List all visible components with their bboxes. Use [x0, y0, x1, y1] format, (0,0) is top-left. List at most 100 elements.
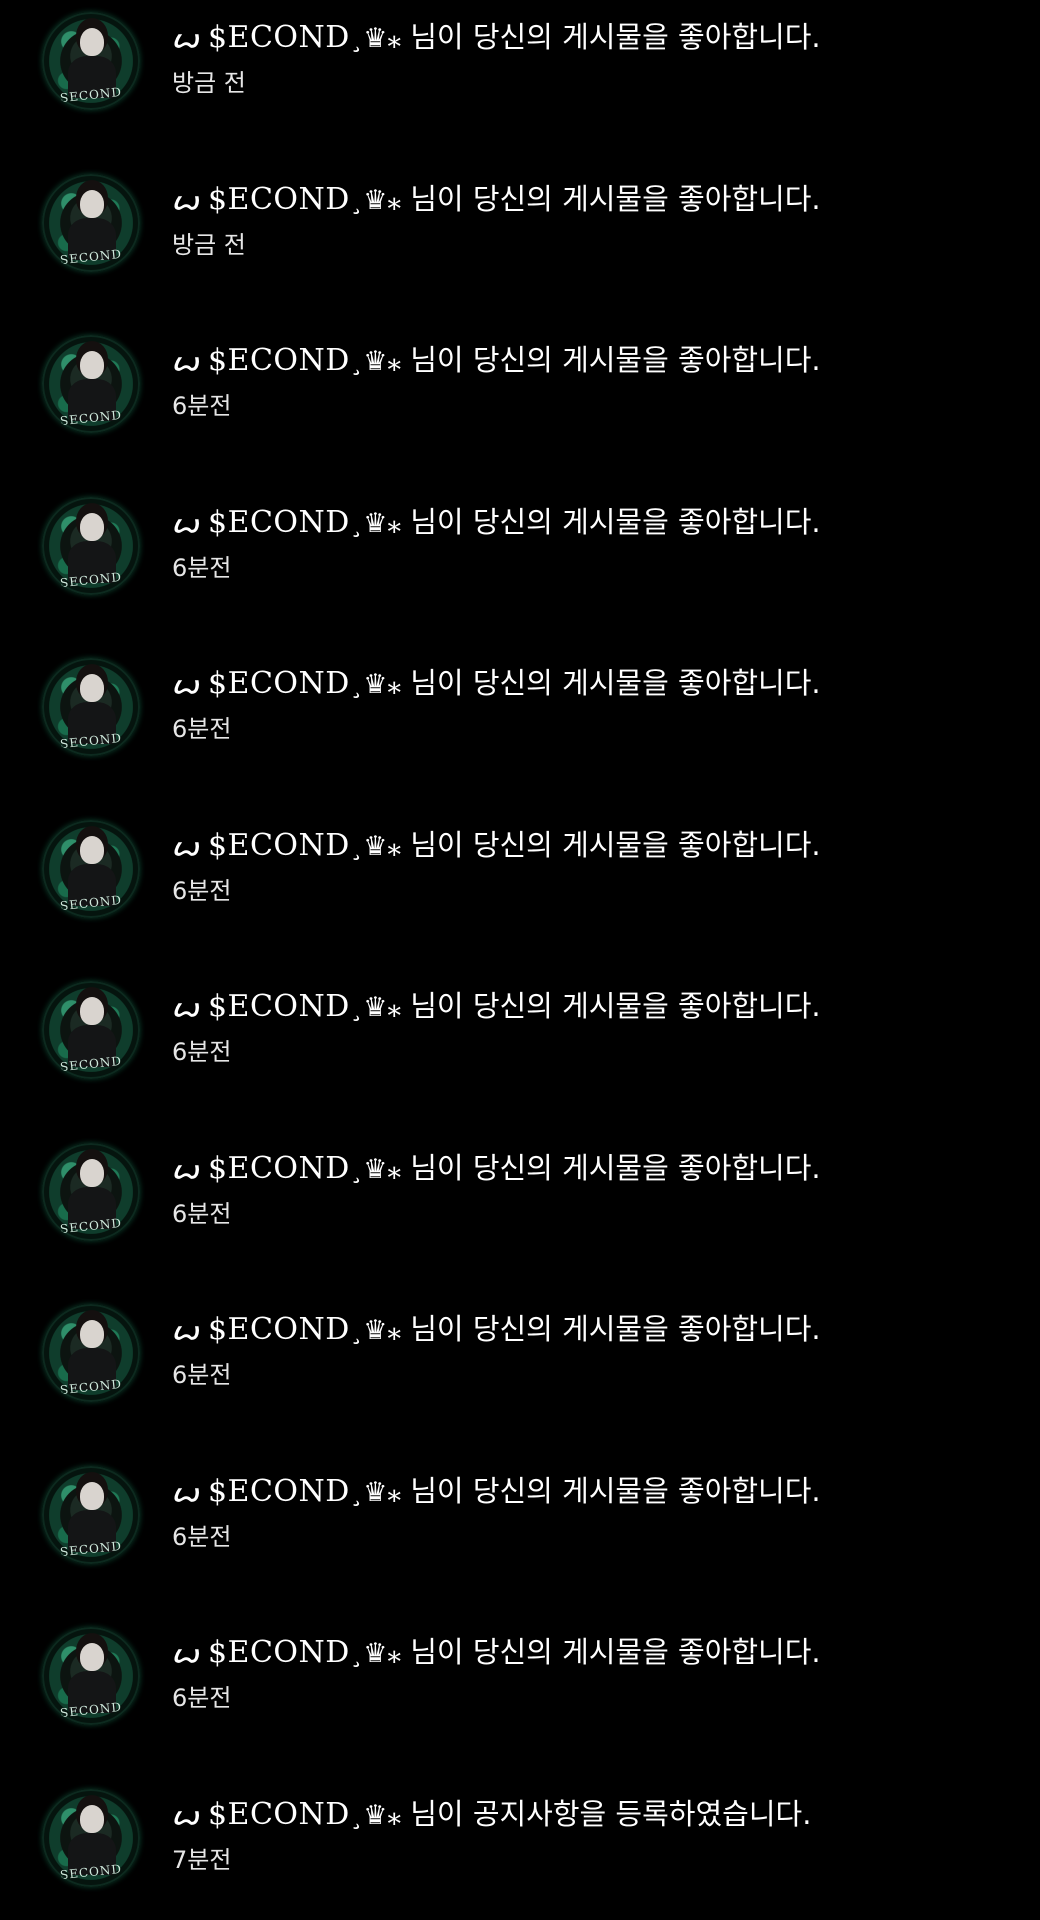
notification-message: 님이 당신의 게시물을 좋아합니다. — [410, 505, 821, 539]
username-suffix: ¸♛⁎ — [349, 1154, 402, 1185]
notification-message: 님이 당신의 게시물을 좋아합니다. — [410, 20, 821, 54]
avatar-face — [80, 1320, 104, 1348]
avatar-face — [80, 190, 104, 218]
user-avatar[interactable]: SECOND — [42, 174, 140, 272]
notification-message-line: ꙍ $ECOND¸♛⁎ 님이 당신의 게시물을 좋아합니다. — [172, 341, 821, 381]
user-avatar[interactable]: SECOND — [42, 1466, 140, 1564]
avatar-face — [80, 1643, 104, 1671]
username-decoration: ꙍ — [172, 1316, 199, 1346]
user-avatar[interactable]: SECOND — [42, 335, 140, 433]
notification-item[interactable]: SECOND ꙍ $ECOND¸♛⁎ 님이 공지사항을 등록하였습니다. 7분전 — [0, 1777, 1040, 1920]
username-decoration: ꙍ — [172, 670, 199, 700]
username[interactable]: $ECOND — [208, 989, 350, 1024]
username-suffix: ¸♛⁎ — [349, 992, 402, 1023]
username[interactable]: $ECOND — [208, 182, 350, 217]
username-decoration: ꙍ — [172, 1801, 199, 1831]
user-avatar[interactable]: SECOND — [42, 1789, 140, 1887]
username[interactable]: $ECOND — [208, 20, 350, 55]
username[interactable]: $ECOND — [208, 666, 350, 701]
notification-time: 6분전 — [172, 554, 232, 582]
notification-time: 6분전 — [172, 1361, 232, 1389]
username[interactable]: $ECOND — [208, 1312, 350, 1347]
notification-message-line: ꙍ $ECOND¸♛⁎ 님이 당신의 게시물을 좋아합니다. — [172, 503, 821, 543]
notification-time: 6분전 — [172, 1523, 232, 1551]
notification-message: 님이 당신의 게시물을 좋아합니다. — [410, 1151, 821, 1185]
notification-message-line: ꙍ $ECOND¸♛⁎ 님이 공지사항을 등록하였습니다. — [172, 1795, 811, 1835]
notification-time: 6분전 — [172, 1684, 232, 1712]
notification-time: 방금 전 — [172, 69, 246, 97]
notification-message-line: ꙍ $ECOND¸♛⁎ 님이 당신의 게시물을 좋아합니다. — [172, 18, 821, 58]
user-avatar[interactable]: SECOND — [42, 658, 140, 756]
username-suffix: ¸♛⁎ — [349, 1800, 402, 1831]
avatar-face — [80, 513, 104, 541]
avatar-face — [80, 674, 104, 702]
username-decoration: ꙍ — [172, 1639, 199, 1669]
notification-item[interactable]: SECOND ꙍ $ECOND¸♛⁎ 님이 당신의 게시물을 좋아합니다. 방금 전 — [0, 162, 1040, 323]
notification-time: 6분전 — [172, 1038, 232, 1066]
notification-message: 님이 당신의 게시물을 좋아합니다. — [410, 182, 821, 216]
username[interactable]: $ECOND — [208, 1635, 350, 1670]
username-decoration: ꙍ — [172, 1478, 199, 1508]
user-avatar[interactable]: SECOND — [42, 497, 140, 595]
notification-message: 님이 당신의 게시물을 좋아합니다. — [410, 666, 821, 700]
username-suffix: ¸♛⁎ — [349, 831, 402, 862]
notification-message-line: ꙍ $ECOND¸♛⁎ 님이 당신의 게시물을 좋아합니다. — [172, 826, 821, 866]
username[interactable]: $ECOND — [208, 1474, 350, 1509]
notification-time: 6분전 — [172, 1200, 232, 1228]
username[interactable]: $ECOND — [208, 505, 350, 540]
avatar-face — [80, 1482, 104, 1510]
username-suffix: ¸♛⁎ — [349, 1315, 402, 1346]
username[interactable]: $ECOND — [208, 1797, 350, 1832]
notification-text: ꙍ $ECOND¸♛⁎ 님이 당신의 게시물을 좋아합니다. 6분전 — [172, 1633, 821, 1713]
notification-message-line: ꙍ $ECOND¸♛⁎ 님이 당신의 게시물을 좋아합니다. — [172, 1310, 821, 1350]
username-decoration: ꙍ — [172, 186, 199, 216]
notification-message-line: ꙍ $ECOND¸♛⁎ 님이 당신의 게시물을 좋아합니다. — [172, 1633, 821, 1673]
username-decoration: ꙍ — [172, 832, 199, 862]
notification-list: SECOND ꙍ $ECOND¸♛⁎ 님이 당신의 게시물을 좋아합니다. 방금 전… — [0, 0, 1040, 1920]
notification-time: 6분전 — [172, 392, 232, 420]
username-decoration: ꙍ — [172, 347, 199, 377]
notification-message: 님이 당신의 게시물을 좋아합니다. — [410, 1635, 821, 1669]
notification-message: 님이 당신의 게시물을 좋아합니다. — [410, 1474, 821, 1508]
username-suffix: ¸♛⁎ — [349, 508, 402, 539]
notification-item[interactable]: SECOND ꙍ $ECOND¸♛⁎ 님이 당신의 게시물을 좋아합니다. 6분전 — [0, 808, 1040, 969]
notification-text: ꙍ $ECOND¸♛⁎ 님이 당신의 게시물을 좋아합니다. 6분전 — [172, 664, 821, 744]
notification-item[interactable]: SECOND ꙍ $ECOND¸♛⁎ 님이 당신의 게시물을 좋아합니다. 6분전 — [0, 1131, 1040, 1292]
notification-text: ꙍ $ECOND¸♛⁎ 님이 당신의 게시물을 좋아합니다. 6분전 — [172, 826, 821, 906]
notification-time: 6분전 — [172, 877, 232, 905]
username-suffix: ¸♛⁎ — [349, 1477, 402, 1508]
notification-item[interactable]: SECOND ꙍ $ECOND¸♛⁎ 님이 당신의 게시물을 좋아합니다. 6분전 — [0, 969, 1040, 1130]
username[interactable]: $ECOND — [208, 343, 350, 378]
notification-text: ꙍ $ECOND¸♛⁎ 님이 당신의 게시물을 좋아합니다. 방금 전 — [172, 180, 821, 260]
notification-item[interactable]: SECOND ꙍ $ECOND¸♛⁎ 님이 당신의 게시물을 좋아합니다. 6분전 — [0, 1615, 1040, 1776]
user-avatar[interactable]: SECOND — [42, 1304, 140, 1402]
notification-item[interactable]: SECOND ꙍ $ECOND¸♛⁎ 님이 당신의 게시물을 좋아합니다. 6분전 — [0, 323, 1040, 484]
notification-text: ꙍ $ECOND¸♛⁎ 님이 당신의 게시물을 좋아합니다. 6분전 — [172, 341, 821, 421]
username[interactable]: $ECOND — [208, 828, 350, 863]
notification-item[interactable]: SECOND ꙍ $ECOND¸♛⁎ 님이 당신의 게시물을 좋아합니다. 6분전 — [0, 485, 1040, 646]
user-avatar[interactable]: SECOND — [42, 820, 140, 918]
user-avatar[interactable]: SECOND — [42, 12, 140, 110]
notification-text: ꙍ $ECOND¸♛⁎ 님이 당신의 게시물을 좋아합니다. 6분전 — [172, 1472, 821, 1552]
notification-item[interactable]: SECOND ꙍ $ECOND¸♛⁎ 님이 당신의 게시물을 좋아합니다. 6분전 — [0, 646, 1040, 807]
username-decoration: ꙍ — [172, 1155, 199, 1185]
username-suffix: ¸♛⁎ — [349, 185, 402, 216]
user-avatar[interactable]: SECOND — [42, 1627, 140, 1725]
notification-item[interactable]: SECOND ꙍ $ECOND¸♛⁎ 님이 당신의 게시물을 좋아합니다. 6분전 — [0, 1292, 1040, 1453]
notification-text: ꙍ $ECOND¸♛⁎ 님이 당신의 게시물을 좋아합니다. 6분전 — [172, 1149, 821, 1229]
username-decoration: ꙍ — [172, 24, 199, 54]
username-suffix: ¸♛⁎ — [349, 23, 402, 54]
username-suffix: ¸♛⁎ — [349, 1638, 402, 1669]
notification-item[interactable]: SECOND ꙍ $ECOND¸♛⁎ 님이 당신의 게시물을 좋아합니다. 6분전 — [0, 1454, 1040, 1615]
notification-text: ꙍ $ECOND¸♛⁎ 님이 당신의 게시물을 좋아합니다. 6분전 — [172, 503, 821, 583]
user-avatar[interactable]: SECOND — [42, 981, 140, 1079]
notification-message: 님이 당신의 게시물을 좋아합니다. — [410, 1312, 821, 1346]
notification-time: 7분전 — [172, 1846, 232, 1874]
username[interactable]: $ECOND — [208, 1151, 350, 1186]
notification-message: 님이 공지사항을 등록하였습니다. — [410, 1797, 812, 1831]
notification-text: ꙍ $ECOND¸♛⁎ 님이 당신의 게시물을 좋아합니다. 6분전 — [172, 1310, 821, 1390]
user-avatar[interactable]: SECOND — [42, 1143, 140, 1241]
notification-message-line: ꙍ $ECOND¸♛⁎ 님이 당신의 게시물을 좋아합니다. — [172, 180, 821, 220]
avatar-face — [80, 351, 104, 379]
notification-item[interactable]: SECOND ꙍ $ECOND¸♛⁎ 님이 당신의 게시물을 좋아합니다. 방금 전 — [0, 0, 1040, 161]
